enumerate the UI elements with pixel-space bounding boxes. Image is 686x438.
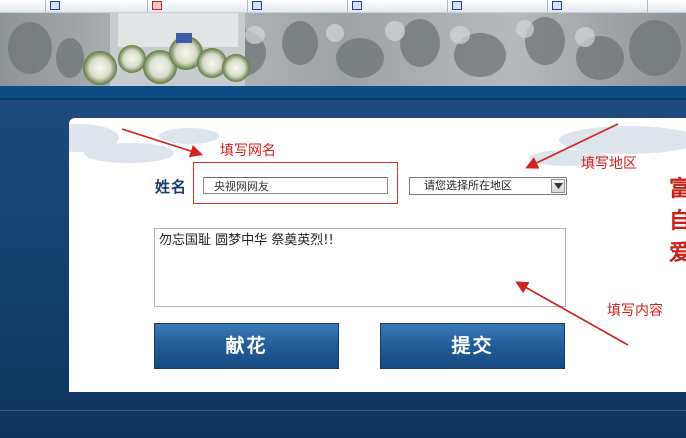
annotation-name: 填写网名 [220,143,276,159]
annotation-content: 填写内容 [607,303,663,319]
annotation-arrows [121,123,629,346]
annotation-region: 填写地区 [581,156,637,172]
name-arrow-icon [121,128,204,158]
